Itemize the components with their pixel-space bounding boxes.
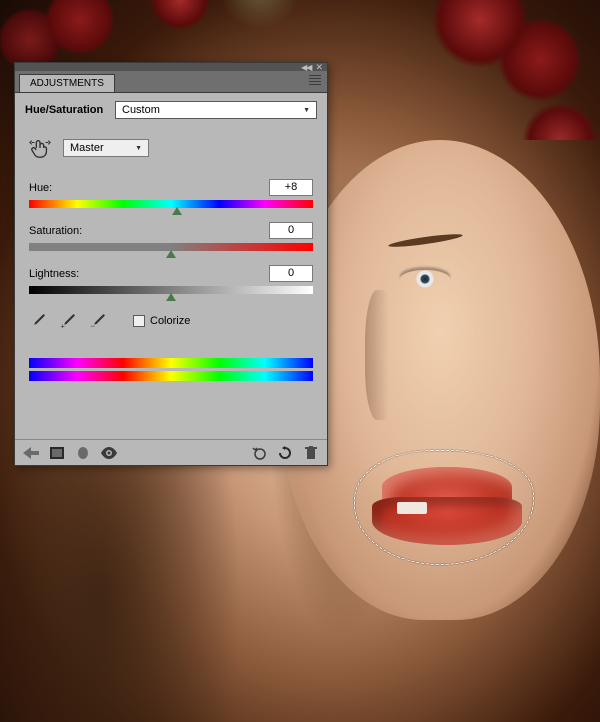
panel-menu-icon[interactable] (309, 75, 321, 85)
saturation-slider-group: Saturation: 0 (25, 222, 317, 251)
edit-range-dropdown[interactable]: Master (63, 139, 149, 157)
colorize-label: Colorize (150, 315, 190, 327)
clip-to-layer-icon[interactable] (75, 445, 91, 461)
panel-tab-bar: ADJUSTMENTS (15, 71, 327, 93)
svg-text:+: + (61, 322, 66, 331)
panel-gripper[interactable]: ◀◀ ✕ (15, 63, 327, 71)
spectrum-preview (29, 358, 313, 381)
lightness-value-input[interactable]: 0 (269, 265, 313, 282)
tab-adjustments[interactable]: ADJUSTMENTS (19, 74, 115, 92)
preset-value: Custom (122, 104, 160, 116)
lightness-slider-handle[interactable] (166, 293, 176, 301)
eyedropper-subtract-icon[interactable]: − (89, 312, 107, 330)
trash-icon[interactable] (303, 445, 319, 461)
edit-range-value: Master (70, 142, 104, 154)
panel-footer (15, 439, 327, 465)
visibility-eye-icon[interactable] (101, 445, 117, 461)
targeted-adjust-icon[interactable] (29, 137, 51, 159)
expand-view-icon[interactable] (49, 445, 65, 461)
svg-text:−: − (91, 322, 96, 331)
saturation-slider-handle[interactable] (166, 250, 176, 258)
previous-state-icon[interactable] (251, 445, 267, 461)
eyedropper-add-icon[interactable]: + (59, 312, 77, 330)
adjustments-panel: ◀◀ ✕ ADJUSTMENTS Hue/Saturation Custom M… (14, 62, 328, 466)
hue-value-input[interactable]: +8 (269, 179, 313, 196)
panel-body: Hue/Saturation Custom Master Hue: +8 (15, 93, 327, 439)
eye (400, 270, 450, 288)
nose-shadow (365, 290, 395, 420)
eyedropper-icon[interactable] (29, 312, 47, 330)
lightness-slider-group: Lightness: 0 (25, 265, 317, 294)
eyedropper-row: + − Colorize (29, 312, 317, 330)
lips-region (352, 455, 532, 560)
saturation-value-input[interactable]: 0 (269, 222, 313, 239)
hue-slider-group: Hue: +8 (25, 179, 317, 208)
saturation-label: Saturation: (29, 225, 82, 237)
hue-slider-track[interactable] (29, 200, 313, 208)
lightness-label: Lightness: (29, 268, 79, 280)
adjustment-header: Hue/Saturation Custom (25, 101, 317, 119)
colorize-option[interactable]: Colorize (133, 315, 190, 327)
saturation-slider-track[interactable] (29, 243, 313, 251)
spectrum-after (29, 371, 313, 381)
hue-label: Hue: (29, 182, 52, 194)
hue-slider-handle[interactable] (172, 207, 182, 215)
back-arrow-icon[interactable] (23, 445, 39, 461)
reset-icon[interactable] (277, 445, 293, 461)
colorize-checkbox[interactable] (133, 315, 145, 327)
spectrum-before (29, 358, 313, 368)
preset-dropdown[interactable]: Custom (115, 101, 317, 119)
lightness-slider-track[interactable] (29, 286, 313, 294)
adjustment-title: Hue/Saturation (25, 104, 111, 116)
selection-marquee (354, 450, 534, 565)
edit-row: Master (25, 137, 317, 159)
